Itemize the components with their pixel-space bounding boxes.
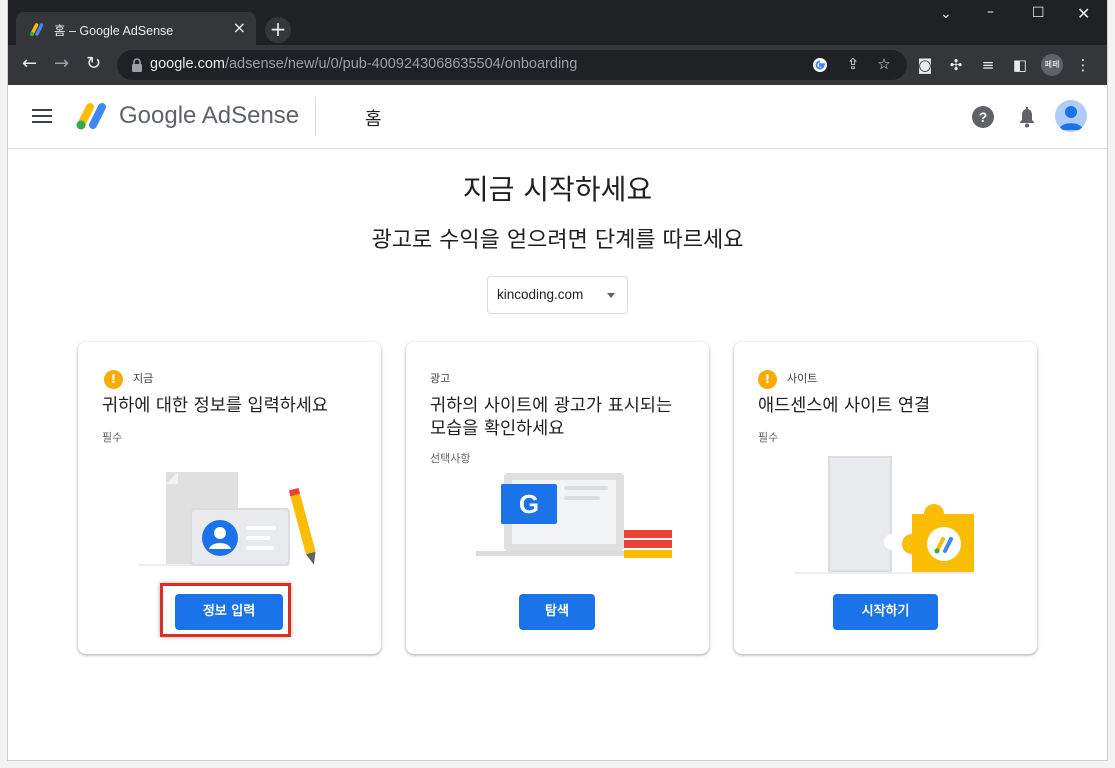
page-subheading: 광고로 수익을 얻으려면 단계를 따르세요 [371,228,744,253]
profile-avatar[interactable]: 페페 [1041,54,1063,76]
help-icon[interactable]: ? [972,106,994,128]
card-heading: 애드센스에 사이트 연결 [758,396,931,416]
get-started-button[interactable]: 시작하기 [833,594,938,630]
browser-window: 홈 – Google AdSense × + ⌄ – ☐ ✕ ← → ↻ goo… [8,0,1107,760]
close-window-icon[interactable]: ✕ [1077,4,1090,23]
url-path: /adsense/new/u/0/pub-4009243068635504/on… [224,56,578,72]
notifications-bell-icon[interactable] [1017,106,1037,128]
id-card-illustration-icon [138,472,316,566]
chevron-down-icon [607,293,615,298]
share-icon[interactable]: ⇪ [843,55,863,73]
tab-search-icon[interactable]: ⌄ [940,6,952,22]
card-requirement: 선택사항 [430,452,471,465]
adsense-favicon-icon [30,23,44,36]
site-selector-dropdown[interactable]: kincoding.com [487,276,628,314]
minimize-icon[interactable]: – [987,4,994,20]
account-avatar[interactable] [1055,100,1087,132]
app-header: Google AdSense 홈 ? [8,85,1107,149]
card-personal-info: ! 지금 귀하에 대한 정보를 입력하세요 필수 정보 입력 [78,342,381,654]
card-tag: ! 지금 [104,369,153,389]
more-menu-icon[interactable]: ⋮ [1073,56,1093,74]
screenshot-icon[interactable]: ◙ [915,56,935,74]
brand-name: Google AdSense [119,102,300,129]
forward-icon[interactable]: → [54,54,69,74]
url-text: google.com/adsense/new/u/0/pub-400924306… [150,56,577,72]
side-panel-icon[interactable]: ◧ [1010,56,1030,74]
page-heading: 지금 시작하세요 [462,173,653,206]
browser-tab[interactable]: 홈 – Google AdSense × [16,12,256,45]
header-divider [315,97,316,136]
url-host: google.com [150,56,225,72]
laptop-ad-illustration-icon: G [476,473,672,558]
highlight-box [160,583,291,637]
warning-icon: ! [758,369,777,389]
card-requirement: 필수 [758,431,779,444]
user-icon [1059,106,1083,130]
card-tag-label: 지금 [133,372,154,385]
bookmark-star-icon[interactable]: ☆ [874,55,894,73]
card-connect-site: ! 사이트 애드센스에 사이트 연결 필수 시작하기 [734,342,1037,654]
tab-strip: 홈 – Google AdSense × + ⌄ – ☐ ✕ [8,0,1107,45]
menu-icon[interactable] [32,109,52,123]
tab-close-icon[interactable]: × [233,18,246,37]
card-heading: 귀하에 대한 정보를 입력하세요 [102,396,328,416]
new-tab-icon[interactable]: + [265,17,291,43]
card-requirement: 필수 [102,431,123,444]
puzzle-illustration-icon [794,456,974,574]
adsense-logo-icon [76,103,106,130]
explore-button[interactable]: 탐색 [519,594,595,630]
card-heading: 귀하의 사이트에 광고가 표시되는 모습을 확인하세요 [430,396,673,439]
page-title: 홈 [365,109,382,130]
warning-icon: ! [104,369,123,389]
extensions-icon[interactable]: ✣ [946,56,966,74]
card-tag: 광고 [430,372,451,385]
site-selector-value: kincoding.com [497,287,584,302]
media-playlist-icon[interactable]: ≡ [978,56,998,74]
card-tag: ! 사이트 [758,369,817,389]
card-ad-preview: 광고 귀하의 사이트에 광고가 표시되는 모습을 확인하세요 선택사항 G 탐색 [406,342,709,654]
address-bar[interactable]: google.com/adsense/new/u/0/pub-400924306… [117,50,907,80]
browser-toolbar: ← → ↻ google.com/adsense/new/u/0/pub-400… [8,45,1107,85]
maximize-icon[interactable]: ☐ [1032,5,1045,21]
reload-icon[interactable]: ↻ [86,54,101,74]
lock-icon [132,58,142,72]
back-icon[interactable]: ← [22,54,37,74]
tab-title: 홈 – Google AdSense [54,24,174,38]
svg-text:G: G [519,489,539,519]
google-lens-icon[interactable] [812,57,828,73]
card-tag-label: 사이트 [787,372,818,385]
